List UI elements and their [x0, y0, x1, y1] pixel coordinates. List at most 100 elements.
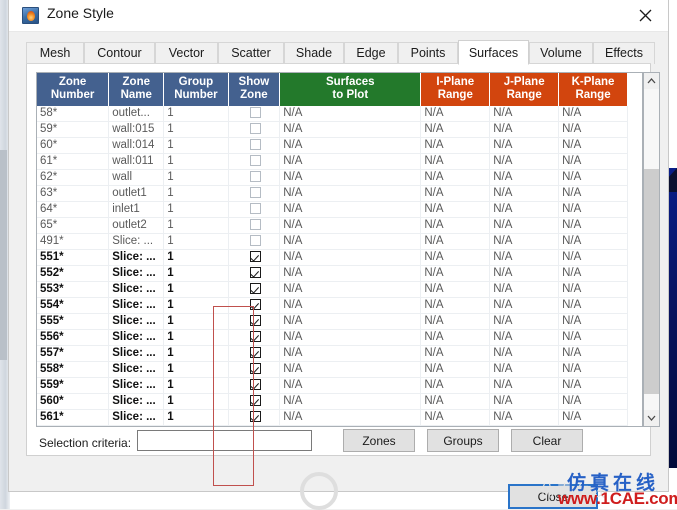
cell-surfaces-to-plot[interactable]: N/A — [280, 170, 421, 186]
table-row[interactable]: 557*Slice: ...1N/AN/AN/AN/A — [37, 346, 628, 362]
cell-show-zone[interactable] — [228, 394, 280, 410]
cell-i-plane-range[interactable]: N/A — [421, 362, 490, 378]
cell-j-plane-range[interactable]: N/A — [490, 410, 559, 426]
cell-surfaces-to-plot[interactable]: N/A — [280, 394, 421, 410]
clear-button[interactable]: Clear — [511, 429, 583, 452]
cell-k-plane-range[interactable]: N/A — [559, 394, 628, 410]
cell-i-plane-range[interactable]: N/A — [421, 250, 490, 266]
cell-zone-number[interactable]: 61* — [37, 154, 109, 170]
cell-show-zone[interactable] — [228, 250, 280, 266]
checkbox-checked-icon[interactable] — [250, 347, 261, 358]
cell-zone-number[interactable]: 555* — [37, 314, 109, 330]
cell-zone-number[interactable]: 551* — [37, 250, 109, 266]
table-row[interactable]: 551*Slice: ...1N/AN/AN/AN/A — [37, 250, 628, 266]
cell-show-zone[interactable] — [228, 218, 280, 234]
cell-zone-number[interactable]: 554* — [37, 298, 109, 314]
checkbox-unchecked-icon[interactable] — [250, 171, 261, 182]
cell-zone-name[interactable]: wall:015 — [109, 122, 164, 138]
cell-show-zone[interactable] — [228, 346, 280, 362]
cell-zone-name[interactable]: Slice: ... — [109, 330, 164, 346]
groups-button[interactable]: Groups — [427, 429, 499, 452]
cell-k-plane-range[interactable]: N/A — [559, 250, 628, 266]
table-row[interactable]: 63*outlet11N/AN/AN/AN/A — [37, 186, 628, 202]
column-header-surfaces-to-plot[interactable]: Surfacesto Plot — [280, 73, 421, 106]
cell-j-plane-range[interactable]: N/A — [490, 346, 559, 362]
zone-table-container[interactable]: ZoneNumberZoneNameGroupNumberShowZoneSur… — [36, 72, 643, 427]
cell-j-plane-range[interactable]: N/A — [490, 266, 559, 282]
chevron-down-icon[interactable] — [644, 410, 659, 426]
cell-surfaces-to-plot[interactable]: N/A — [280, 186, 421, 202]
cell-zone-number[interactable]: 562* — [37, 426, 109, 428]
cell-j-plane-range[interactable]: N/A — [490, 426, 559, 428]
table-vertical-scrollbar[interactable] — [643, 72, 660, 427]
table-row[interactable]: 553*Slice: ...1N/AN/AN/AN/A — [37, 282, 628, 298]
checkbox-unchecked-icon[interactable] — [250, 107, 261, 118]
cell-k-plane-range[interactable]: N/A — [559, 170, 628, 186]
cell-group-number[interactable]: 1 — [164, 346, 228, 362]
cell-group-number[interactable]: 1 — [164, 202, 228, 218]
tab-surfaces[interactable]: Surfaces — [458, 40, 529, 65]
cell-group-number[interactable]: 1 — [164, 314, 228, 330]
cell-surfaces-to-plot[interactable]: N/A — [280, 218, 421, 234]
cell-j-plane-range[interactable]: N/A — [490, 250, 559, 266]
scrollbar-thumb[interactable] — [644, 169, 659, 394]
cell-j-plane-range[interactable]: N/A — [490, 138, 559, 154]
chevron-up-icon[interactable] — [644, 73, 659, 89]
column-header-zone-number[interactable]: ZoneNumber — [37, 73, 109, 106]
cell-group-number[interactable]: 1 — [164, 394, 228, 410]
cell-zone-name[interactable]: Slice: ... — [109, 346, 164, 362]
checkbox-unchecked-icon[interactable] — [250, 219, 261, 230]
cell-k-plane-range[interactable]: N/A — [559, 186, 628, 202]
cell-zone-number[interactable]: 491* — [37, 234, 109, 250]
cell-i-plane-range[interactable]: N/A — [421, 314, 490, 330]
cell-group-number[interactable]: 1 — [164, 138, 228, 154]
table-row[interactable]: 562*Slice: ...1N/AN/AN/AN/A — [37, 426, 628, 428]
cell-surfaces-to-plot[interactable]: N/A — [280, 346, 421, 362]
tab-mesh[interactable]: Mesh — [26, 42, 84, 64]
cell-i-plane-range[interactable]: N/A — [421, 154, 490, 170]
close-icon[interactable] — [623, 0, 668, 30]
cell-show-zone[interactable] — [228, 170, 280, 186]
cell-zone-number[interactable]: 561* — [37, 410, 109, 426]
column-header-show-zone[interactable]: ShowZone — [228, 73, 280, 106]
cell-i-plane-range[interactable]: N/A — [421, 170, 490, 186]
cell-show-zone[interactable] — [228, 410, 280, 426]
checkbox-unchecked-icon[interactable] — [250, 123, 261, 134]
cell-j-plane-range[interactable]: N/A — [490, 330, 559, 346]
cell-zone-name[interactable]: Slice: ... — [109, 234, 164, 250]
cell-zone-number[interactable]: 58* — [37, 106, 109, 122]
cell-i-plane-range[interactable]: N/A — [421, 106, 490, 122]
cell-i-plane-range[interactable]: N/A — [421, 410, 490, 426]
cell-k-plane-range[interactable]: N/A — [559, 346, 628, 362]
cell-show-zone[interactable] — [228, 138, 280, 154]
cell-show-zone[interactable] — [228, 186, 280, 202]
cell-group-number[interactable]: 1 — [164, 410, 228, 426]
cell-surfaces-to-plot[interactable]: N/A — [280, 330, 421, 346]
tab-points[interactable]: Points — [398, 42, 458, 64]
cell-zone-number[interactable]: 560* — [37, 394, 109, 410]
cell-i-plane-range[interactable]: N/A — [421, 330, 490, 346]
cell-zone-number[interactable]: 59* — [37, 122, 109, 138]
selection-criteria-input[interactable] — [137, 430, 312, 451]
cell-j-plane-range[interactable]: N/A — [490, 218, 559, 234]
table-row[interactable]: 560*Slice: ...1N/AN/AN/AN/A — [37, 394, 628, 410]
cell-surfaces-to-plot[interactable]: N/A — [280, 202, 421, 218]
cell-j-plane-range[interactable]: N/A — [490, 314, 559, 330]
cell-j-plane-range[interactable]: N/A — [490, 362, 559, 378]
table-row[interactable]: 554*Slice: ...1N/AN/AN/AN/A — [37, 298, 628, 314]
cell-group-number[interactable]: 1 — [164, 266, 228, 282]
checkbox-unchecked-icon[interactable] — [250, 203, 261, 214]
cell-zone-number[interactable]: 65* — [37, 218, 109, 234]
table-row[interactable]: 561*Slice: ...1N/AN/AN/AN/A — [37, 410, 628, 426]
table-row[interactable]: 556*Slice: ...1N/AN/AN/AN/A — [37, 330, 628, 346]
cell-k-plane-range[interactable]: N/A — [559, 314, 628, 330]
cell-surfaces-to-plot[interactable]: N/A — [280, 138, 421, 154]
cell-show-zone[interactable] — [228, 266, 280, 282]
tab-shade[interactable]: Shade — [284, 42, 344, 64]
cell-j-plane-range[interactable]: N/A — [490, 106, 559, 122]
cell-show-zone[interactable] — [228, 122, 280, 138]
cell-zone-name[interactable]: Slice: ... — [109, 410, 164, 426]
cell-i-plane-range[interactable]: N/A — [421, 234, 490, 250]
column-header-i-plane-range[interactable]: I-PlaneRange — [421, 73, 490, 106]
cell-group-number[interactable]: 1 — [164, 330, 228, 346]
